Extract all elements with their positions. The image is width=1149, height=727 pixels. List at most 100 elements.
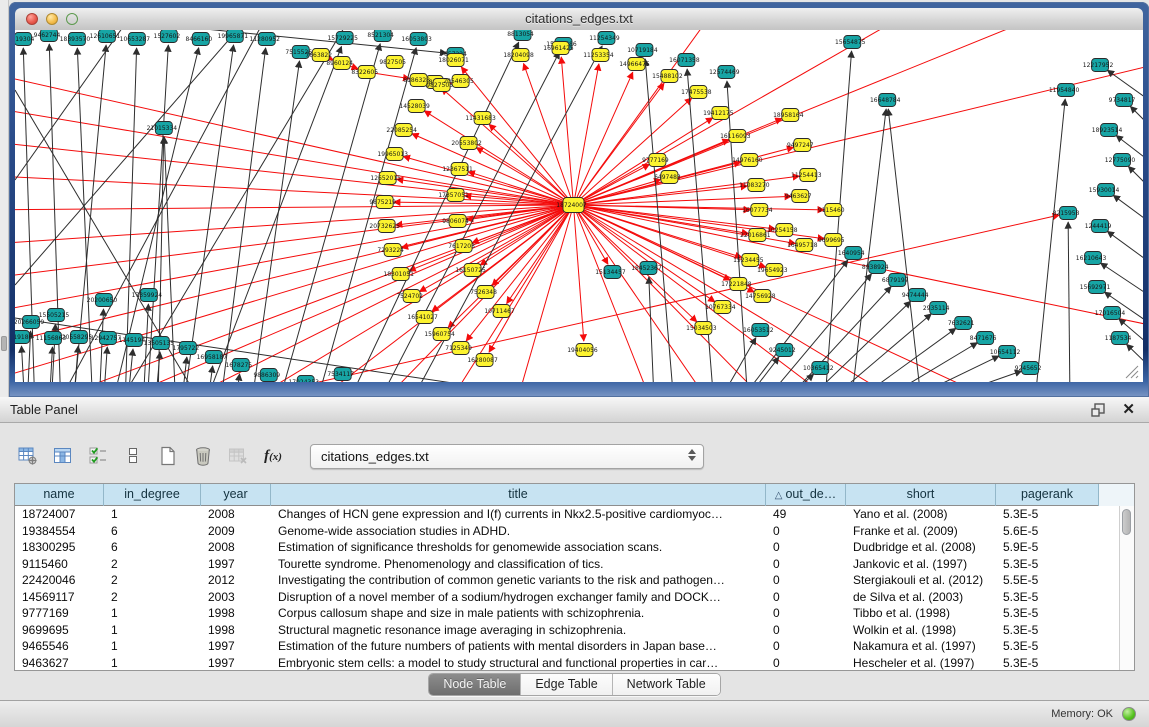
graph-node[interactable]: 1640954 xyxy=(838,247,865,260)
show-columns-icon[interactable] xyxy=(51,443,75,469)
graph-node[interactable]: 9827505 xyxy=(379,56,406,69)
table-row[interactable]: 1872400712008Changes of HCN gene express… xyxy=(15,506,1119,523)
graph-node[interactable]: 16280087 xyxy=(467,354,498,367)
graph-node[interactable]: 15034503 xyxy=(686,322,717,335)
graph-node[interactable]: 16071358 xyxy=(669,54,700,67)
graph-node[interactable]: 7293224 xyxy=(377,244,404,257)
graph-node[interactable]: 8813054 xyxy=(507,30,534,41)
vertical-scrollbar[interactable] xyxy=(1119,506,1134,670)
function-builder-icon[interactable]: f(x) xyxy=(261,443,285,469)
graph-node[interactable]: 1527602 xyxy=(154,30,181,43)
graph-node[interactable]: 18958164 xyxy=(773,109,804,122)
graph-node[interactable]: 10365412 xyxy=(803,362,834,375)
column-header-name[interactable]: name xyxy=(15,484,104,506)
graph-node[interactable]: 10653287 xyxy=(120,33,151,46)
table-row[interactable]: 946362711997Embryonic stem cells: a mode… xyxy=(15,655,1119,671)
graph-node[interactable]: 7632621 xyxy=(948,317,975,330)
graph-node[interactable]: 13505135 xyxy=(144,337,175,350)
graph-node[interactable]: 8466160 xyxy=(186,33,213,46)
table-row[interactable]: 1456911722003Disruption of a novel membe… xyxy=(15,589,1119,606)
graph-node[interactable]: 16648784 xyxy=(870,94,901,107)
table-row[interactable]: 1830029562008Estimation of significance … xyxy=(15,539,1119,556)
graph-node[interactable]: 10654112 xyxy=(990,346,1021,359)
divider-grip-icon[interactable] xyxy=(1,336,7,351)
delete-rows-icon[interactable] xyxy=(191,443,215,469)
control-panel-edge[interactable] xyxy=(0,0,9,397)
graph-node[interactable]: 10719184 xyxy=(627,44,658,57)
table-row[interactable]: 2242004622012Investigating the contribut… xyxy=(15,572,1119,589)
graph-node[interactable]: 9497247 xyxy=(787,139,814,152)
graph-node[interactable]: 1678275 xyxy=(225,359,252,372)
graph-node[interactable]: 11254413 xyxy=(791,169,822,182)
graph-node[interactable]: 20200650 xyxy=(87,294,118,307)
graph-node[interactable]: 16077734 xyxy=(742,204,773,217)
column-header-pagerank[interactable]: pagerank xyxy=(996,484,1099,506)
graph-node[interactable]: 20553802 xyxy=(451,137,482,150)
table-row[interactable]: 911546021997Tourette syndrome. Phenomeno… xyxy=(15,556,1119,573)
graph-node[interactable]: 20558295 xyxy=(62,331,93,344)
graph-node[interactable]: 16116093 xyxy=(720,130,751,143)
graph-node[interactable]: 18204098 xyxy=(503,49,534,62)
graph-node[interactable]: 7534117 xyxy=(327,368,354,381)
graph-node[interactable]: 18301051 xyxy=(383,268,414,281)
network-canvas[interactable]: 1872400739193049462744183935701261065110… xyxy=(15,30,1143,382)
graph-node[interactable]: 9777169 xyxy=(642,154,669,167)
graph-node[interactable]: 15654875 xyxy=(835,36,866,49)
graph-node[interactable]: 15692971 xyxy=(1080,281,1111,294)
graph-node[interactable]: 9734817 xyxy=(1109,94,1136,107)
graph-node[interactable]: 12574469 xyxy=(709,66,740,79)
table-row[interactable]: 977716911998Corpus callosum shape and si… xyxy=(15,605,1119,622)
graph-node[interactable]: 3919304 xyxy=(15,33,35,46)
graph-node[interactable]: 16495718 xyxy=(787,239,818,252)
graph-node[interactable]: 17359924 xyxy=(132,289,163,302)
graph-node[interactable]: 15234455 xyxy=(733,254,764,267)
tab-edge-table[interactable]: Edge Table xyxy=(521,674,612,695)
graph-node[interactable]: 9806074 xyxy=(442,215,469,228)
graph-node[interactable]: 14976160 xyxy=(732,154,763,167)
table-row[interactable]: 946554611997Estimation of the future num… xyxy=(15,638,1119,655)
column-header-short[interactable]: short xyxy=(846,484,996,506)
new-table-icon[interactable] xyxy=(156,443,180,469)
graph-node[interactable]: 17475538 xyxy=(681,86,712,99)
graph-node[interactable]: 16958187 xyxy=(197,351,228,364)
graph-node[interactable]: 20732625 xyxy=(369,220,400,233)
graph-node[interactable]: 10767334 xyxy=(705,301,736,314)
graph-node[interactable]: 1145194 xyxy=(119,334,146,347)
graph-node[interactable]: 9245012 xyxy=(769,344,796,357)
graph-node[interactable]: 6497483 xyxy=(654,171,681,184)
graph-node[interactable]: 15488102 xyxy=(652,70,683,83)
graph-node[interactable]: 19965013 xyxy=(377,148,408,161)
table-settings-icon[interactable] xyxy=(16,443,40,469)
tab-network-table[interactable]: Network Table xyxy=(613,674,720,695)
graph-node[interactable]: 15134457 xyxy=(595,266,626,279)
graph-node[interactable]: 9462744 xyxy=(34,30,61,42)
graph-node[interactable]: 12367511 xyxy=(442,163,473,176)
graph-node[interactable]: 15930014 xyxy=(1089,184,1120,197)
graph-node[interactable]: 1187534 xyxy=(1105,332,1132,345)
graph-node[interactable]: 9474444 xyxy=(902,289,929,302)
graph-node[interactable]: 6879197 xyxy=(882,274,909,287)
graph-node[interactable]: 2935114 xyxy=(923,302,950,315)
table-row[interactable]: 969969511998Structural magnetic resonanc… xyxy=(15,622,1119,639)
graph-node[interactable]: 19965871 xyxy=(218,30,249,43)
graph-node[interactable]: 17016504 xyxy=(1095,307,1126,320)
graph-node[interactable]: 16053512 xyxy=(743,324,774,337)
graph-node[interactable]: 21015334 xyxy=(147,122,178,135)
graph-node[interactable]: 19404056 xyxy=(567,344,598,357)
graph-node[interactable]: 14528039 xyxy=(399,100,430,113)
delete-table-icon[interactable] xyxy=(226,443,250,469)
select-rows-icon[interactable] xyxy=(86,443,110,469)
graph-node[interactable]: 1244419 xyxy=(1085,220,1112,233)
column-header-year[interactable]: year xyxy=(201,484,271,506)
column-header-out-de-[interactable]: △out_de… xyxy=(766,484,846,506)
graph-node[interactable]: 18923514 xyxy=(1092,124,1123,137)
graph-node[interactable]: 8938924 xyxy=(862,261,889,274)
table-row[interactable]: 1938455462009Genome-wide association stu… xyxy=(15,523,1119,540)
network-window-titlebar[interactable]: citations_edges.txt xyxy=(15,8,1143,31)
scrollbar-thumb[interactable] xyxy=(1122,509,1131,535)
graph-node[interactable]: 17924353 xyxy=(289,376,320,383)
graph-node[interactable]: 9245652 xyxy=(1015,362,1042,375)
graph-node[interactable]: 9115460 xyxy=(818,204,845,217)
graph-node[interactable]: 22085254 xyxy=(386,124,417,137)
close-window-button[interactable] xyxy=(26,13,38,25)
